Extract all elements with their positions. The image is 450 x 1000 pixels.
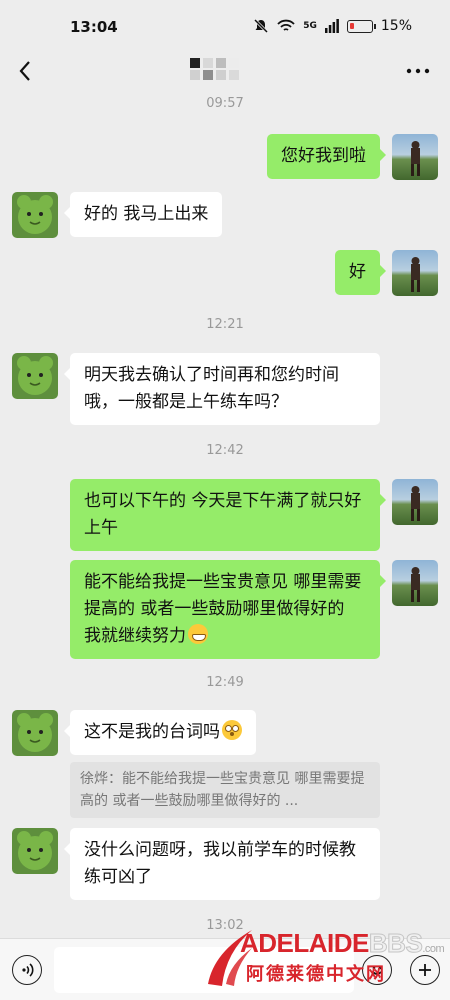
watermark-logo: ADELAIDEBBS.com 阿德莱德中文网 — [200, 918, 450, 996]
person-silhouette-icon — [411, 567, 420, 602]
contact-avatar[interactable] — [12, 192, 58, 238]
more-button[interactable] — [406, 58, 430, 76]
wifi-icon — [277, 19, 295, 31]
status-bar: 13:04 5G 15% — [0, 0, 450, 52]
message-text: 能不能给我提一些宝贵意见 哪里需要提高的 或者一些鼓励哪里做得好的 我就继续努力 — [84, 572, 362, 646]
contact-avatar[interactable] — [12, 353, 58, 399]
green-plush-avatar-icon — [17, 831, 53, 870]
status-time: 13:04 — [70, 18, 118, 36]
chat-title-pixelated — [190, 58, 239, 82]
message-bubble-incoming[interactable]: 这不是我的台词吗 — [64, 710, 256, 755]
watermark-brand: ADELAIDEBBS.com — [240, 928, 445, 959]
message-text: 没什么问题呀，我以前学车的时候教练可凶了 — [84, 840, 356, 887]
my-avatar[interactable] — [392, 560, 438, 606]
person-silhouette-icon — [411, 486, 420, 521]
green-plush-avatar-icon — [17, 356, 53, 395]
my-avatar[interactable] — [392, 134, 438, 180]
message-bubble-incoming[interactable]: 明天我去确认了时间再和您约时间哦，一般都是上午练车吗？ — [64, 353, 380, 425]
flushed-emoji-icon — [222, 720, 242, 740]
message-bubble-outgoing[interactable]: 能不能给我提一些宝贵意见 哪里需要提高的 或者一些鼓励哪里做得好的 我就继续努力 — [70, 560, 386, 659]
voice-button[interactable] — [12, 955, 42, 985]
my-avatar[interactable] — [392, 479, 438, 525]
status-icons: 5G 15% — [253, 18, 412, 34]
battery-icon — [346, 19, 376, 33]
back-button[interactable] — [10, 56, 40, 86]
timestamp: 12:42 — [206, 443, 244, 458]
message-text: 这不是我的台词吗 — [84, 722, 220, 742]
grinning-emoji-icon — [188, 624, 208, 644]
message-bubble-outgoing[interactable]: 您好我到啦 — [267, 134, 386, 179]
timestamp: 12:21 — [206, 317, 244, 332]
chevron-left-icon — [19, 61, 30, 81]
network-type-label: 5G — [303, 21, 317, 31]
message-bubble-outgoing[interactable]: 好 — [335, 250, 386, 295]
mute-icon — [254, 18, 269, 34]
timestamp: 12:49 — [206, 675, 244, 690]
quote-text: 徐烨：能不能给我提一些宝贵意见 哪里需要提高的 或者一些鼓励哪里做得好的 ... — [80, 771, 365, 809]
person-silhouette-icon — [411, 141, 420, 176]
watermark-subtitle: 阿德莱德中文网 — [246, 964, 386, 985]
message-text: 您好我到啦 — [281, 146, 366, 166]
timestamp: 09:57 — [206, 96, 244, 111]
contact-avatar[interactable] — [12, 828, 58, 874]
message-text: 也可以下午的 今天是下午满了就只好上午 — [84, 491, 362, 538]
my-avatar[interactable] — [392, 250, 438, 296]
green-plush-avatar-icon — [17, 713, 53, 752]
message-bubble-incoming[interactable]: 没什么问题呀，我以前学车的时候教练可凶了 — [64, 828, 380, 900]
battery-percent: 15% — [380, 18, 412, 34]
green-plush-avatar-icon — [17, 195, 53, 234]
message-bubble-outgoing[interactable]: 也可以下午的 今天是下午满了就只好上午 — [70, 479, 386, 551]
message-bubble-incoming[interactable]: 好的 我马上出来 — [63, 192, 223, 237]
message-text: 好的 我马上出来 — [84, 204, 209, 224]
signal-icon — [324, 19, 339, 33]
message-text: 明天我去确认了时间再和您约时间哦，一般都是上午练车吗？ — [84, 365, 339, 412]
quoted-message[interactable]: 徐烨：能不能给我提一些宝贵意见 哪里需要提高的 或者一些鼓励哪里做得好的 ... — [70, 762, 380, 818]
person-silhouette-icon — [411, 257, 420, 292]
contact-avatar[interactable] — [12, 710, 58, 756]
chat-header — [0, 52, 450, 92]
voice-icon — [22, 963, 34, 977]
message-text: 好 — [349, 262, 366, 282]
more-dots-icon — [406, 68, 430, 74]
